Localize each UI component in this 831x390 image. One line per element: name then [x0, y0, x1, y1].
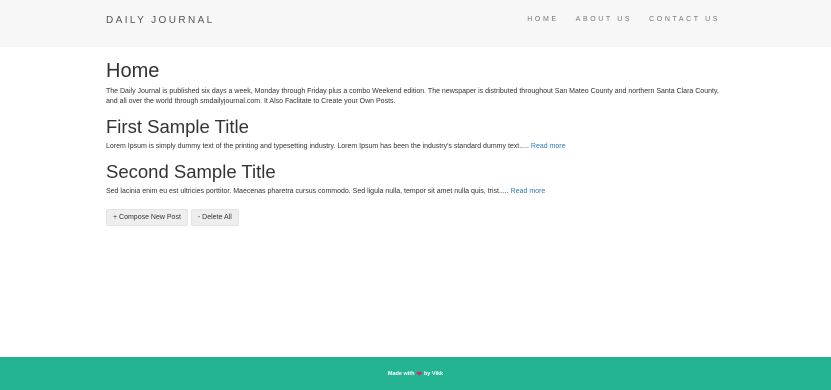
nav-link-about-us[interactable]: ABOUT US [576, 16, 632, 23]
post-excerpt: Lorem Ipsum is simply dummy text of the … [106, 142, 726, 152]
intro-paragraph: The Daily Journal is published six days … [106, 88, 719, 105]
brand-logo[interactable]: DAILY JOURNAL [106, 15, 215, 26]
read-more-link[interactable]: Read more [511, 188, 546, 195]
compose-new-post-button[interactable]: + Compose New Post [106, 209, 188, 226]
post-actions: + Compose New Post - Delete All [106, 209, 726, 226]
read-more-link[interactable]: Read more [531, 143, 566, 150]
post-excerpt-text: Lorem Ipsum is simply dummy text of the … [106, 143, 529, 150]
post-title: Second Sample Title [106, 161, 276, 182]
heart-icon: ❤ [416, 370, 422, 378]
nav-link-contact-us[interactable]: CONTACT US [649, 16, 720, 23]
navbar: DAILY JOURNAL HOME ABOUT US CONTACT US [0, 0, 831, 47]
delete-all-button[interactable]: - Delete All [190, 209, 239, 226]
post-item: First Sample Title Lorem Ipsum is simply… [106, 116, 726, 152]
footer-author: by Vikk [423, 370, 444, 377]
page-title: Home [106, 60, 160, 82]
post-item: Second Sample Title Sed lacinia enim eu … [106, 161, 726, 197]
nav-links: HOME ABOUT US CONTACT US [527, 16, 720, 23]
footer-made-with: Made with [387, 370, 415, 377]
post-title: First Sample Title [106, 116, 249, 137]
footer: Made with ❤ by Vikk [0, 357, 831, 390]
main-content: Home The Daily Journal is published six … [106, 60, 726, 226]
post-excerpt: Sed lacinia enim eu est ultricies portti… [106, 187, 726, 197]
post-excerpt-text: Sed lacinia enim eu est ultricies portti… [106, 188, 509, 195]
nav-link-home[interactable]: HOME [527, 16, 558, 23]
